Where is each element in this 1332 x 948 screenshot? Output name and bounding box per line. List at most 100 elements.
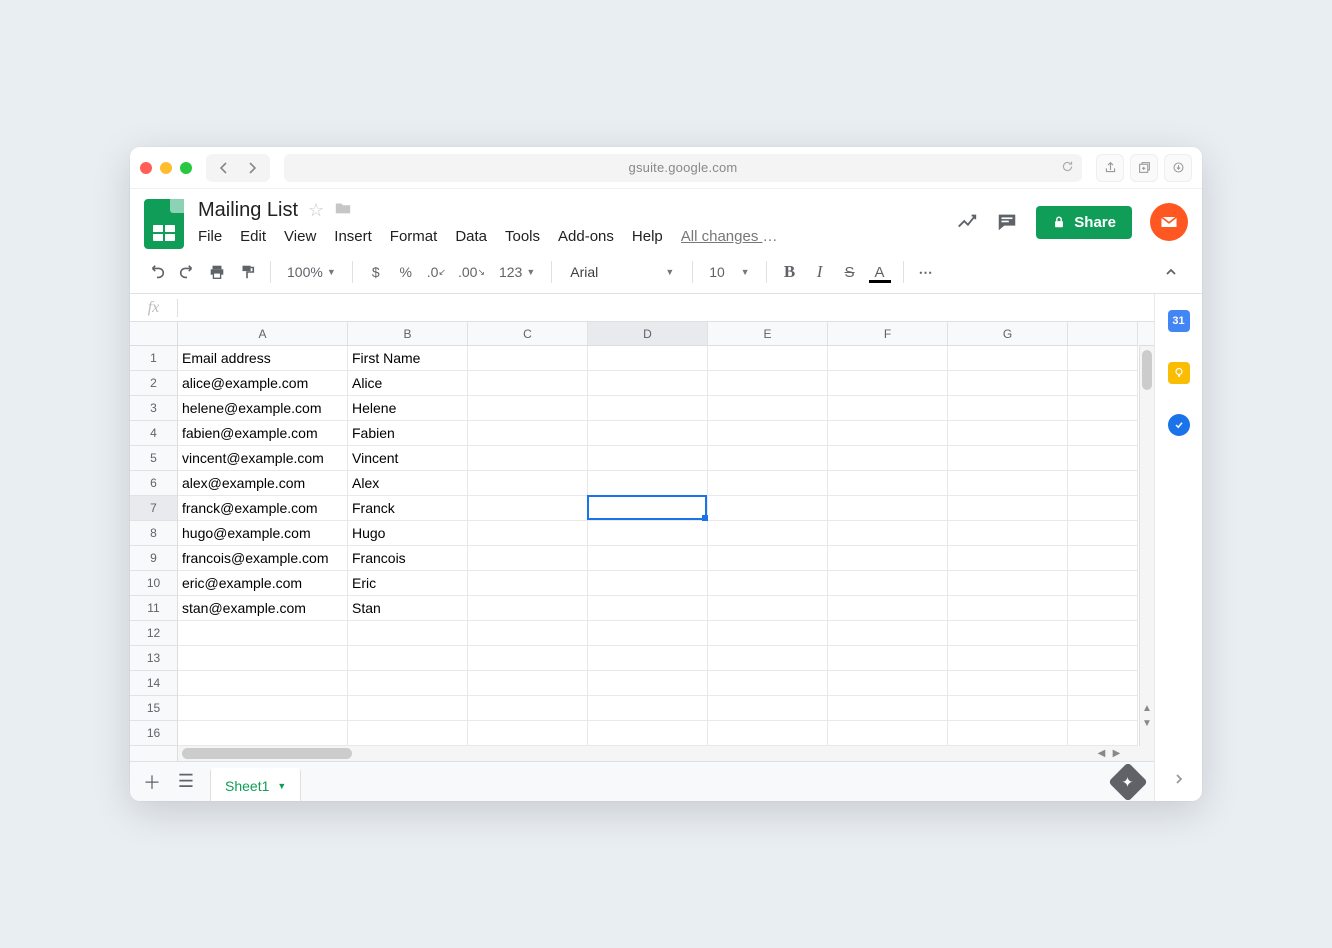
cell[interactable]: Vincent xyxy=(348,446,468,471)
cell[interactable] xyxy=(708,571,828,596)
cell[interactable] xyxy=(948,596,1068,621)
cell[interactable] xyxy=(1068,546,1138,571)
cell[interactable] xyxy=(468,471,588,496)
cell[interactable] xyxy=(1068,371,1138,396)
horizontal-scrollbar[interactable]: ◀ ▶ xyxy=(130,746,1154,761)
cell[interactable] xyxy=(588,496,708,521)
cell[interactable]: helene@example.com xyxy=(178,396,348,421)
cell[interactable] xyxy=(828,421,948,446)
cell[interactable] xyxy=(828,496,948,521)
cell[interactable] xyxy=(1068,721,1138,746)
cell[interactable] xyxy=(828,596,948,621)
cell[interactable] xyxy=(708,446,828,471)
row-header[interactable]: 1 xyxy=(130,346,178,371)
cell[interactable] xyxy=(948,396,1068,421)
select-all-corner[interactable] xyxy=(130,322,178,346)
row-header[interactable]: 4 xyxy=(130,421,178,446)
cell[interactable] xyxy=(948,471,1068,496)
column-header[interactable]: A xyxy=(178,322,348,346)
cell[interactable] xyxy=(1068,596,1138,621)
vertical-scrollbar[interactable]: ▲ ▼ xyxy=(1139,346,1154,746)
redo-button[interactable] xyxy=(174,259,200,285)
share-up-icon[interactable] xyxy=(1096,154,1124,182)
menu-tools[interactable]: Tools xyxy=(505,228,540,245)
explore-button[interactable]: ✦ xyxy=(1108,762,1148,801)
menu-format[interactable]: Format xyxy=(390,228,438,245)
cell[interactable] xyxy=(178,671,348,696)
cell[interactable] xyxy=(948,721,1068,746)
row-header[interactable]: 8 xyxy=(130,521,178,546)
move-folder-icon[interactable] xyxy=(334,199,352,222)
cell[interactable] xyxy=(948,371,1068,396)
cell[interactable] xyxy=(708,396,828,421)
keep-addon-icon[interactable] xyxy=(1168,362,1190,384)
cell[interactable] xyxy=(588,421,708,446)
cell[interactable] xyxy=(948,646,1068,671)
cell[interactable]: fabien@example.com xyxy=(178,421,348,446)
cell[interactable] xyxy=(348,621,468,646)
reload-icon[interactable] xyxy=(1061,160,1074,176)
cell[interactable] xyxy=(588,621,708,646)
cell[interactable]: Helene xyxy=(348,396,468,421)
save-status[interactable]: All changes saved in Drive xyxy=(681,228,781,245)
document-title[interactable]: Mailing List xyxy=(198,199,298,222)
cell[interactable] xyxy=(468,346,588,371)
cell[interactable] xyxy=(468,421,588,446)
cell[interactable] xyxy=(708,521,828,546)
zoom-window-button[interactable] xyxy=(180,162,192,174)
row-header[interactable]: 10 xyxy=(130,571,178,596)
cell[interactable]: alex@example.com xyxy=(178,471,348,496)
row-header[interactable]: 2 xyxy=(130,371,178,396)
row-header[interactable]: 16 xyxy=(130,721,178,746)
cell[interactable] xyxy=(948,421,1068,446)
cell[interactable]: Alex xyxy=(348,471,468,496)
cell[interactable] xyxy=(708,346,828,371)
cell[interactable] xyxy=(1068,696,1138,721)
cell[interactable] xyxy=(708,721,828,746)
cell[interactable] xyxy=(468,396,588,421)
font-family-dropdown[interactable]: Arial▼ xyxy=(562,259,682,285)
scroll-thumb[interactable] xyxy=(182,748,352,759)
cell[interactable] xyxy=(588,346,708,371)
cell[interactable] xyxy=(468,496,588,521)
minimize-window-button[interactable] xyxy=(160,162,172,174)
cell[interactable] xyxy=(1068,446,1138,471)
cell[interactable] xyxy=(708,471,828,496)
cell[interactable] xyxy=(588,696,708,721)
zoom-dropdown[interactable]: 100%▼ xyxy=(281,259,342,285)
row-header[interactable]: 12 xyxy=(130,621,178,646)
scroll-up-icon[interactable]: ▲ xyxy=(1140,701,1154,716)
cell[interactable]: francois@example.com xyxy=(178,546,348,571)
cell[interactable] xyxy=(178,646,348,671)
cell[interactable] xyxy=(1068,421,1138,446)
menu-addons[interactable]: Add-ons xyxy=(558,228,614,245)
cell[interactable] xyxy=(178,721,348,746)
cell[interactable] xyxy=(468,446,588,471)
cell[interactable] xyxy=(828,571,948,596)
cell[interactable]: alice@example.com xyxy=(178,371,348,396)
column-header[interactable]: C xyxy=(468,322,588,346)
cells-area[interactable]: Email addressFirst Namealice@example.com… xyxy=(178,346,1139,746)
cell[interactable] xyxy=(708,621,828,646)
cell[interactable] xyxy=(948,696,1068,721)
cell[interactable] xyxy=(588,471,708,496)
address-bar[interactable]: gsuite.google.com xyxy=(284,154,1082,182)
scroll-down-icon[interactable]: ▼ xyxy=(1140,716,1154,731)
scroll-right-icon[interactable]: ▶ xyxy=(1109,746,1124,761)
cell[interactable]: eric@example.com xyxy=(178,571,348,596)
paint-format-button[interactable] xyxy=(234,259,260,285)
add-sheet-button[interactable]: ＋ xyxy=(142,769,162,795)
cell[interactable] xyxy=(588,721,708,746)
cell[interactable] xyxy=(588,396,708,421)
cell[interactable] xyxy=(178,621,348,646)
column-header[interactable]: B xyxy=(348,322,468,346)
dec-increase-button[interactable]: .00↘ xyxy=(454,259,489,285)
percent-button[interactable]: % xyxy=(393,259,419,285)
cell[interactable]: franck@example.com xyxy=(178,496,348,521)
cell[interactable] xyxy=(178,696,348,721)
more-tools-button[interactable]: ⋯ xyxy=(914,259,940,285)
cell[interactable] xyxy=(708,496,828,521)
cell[interactable] xyxy=(468,646,588,671)
forward-button[interactable] xyxy=(238,154,266,182)
cell[interactable]: vincent@example.com xyxy=(178,446,348,471)
